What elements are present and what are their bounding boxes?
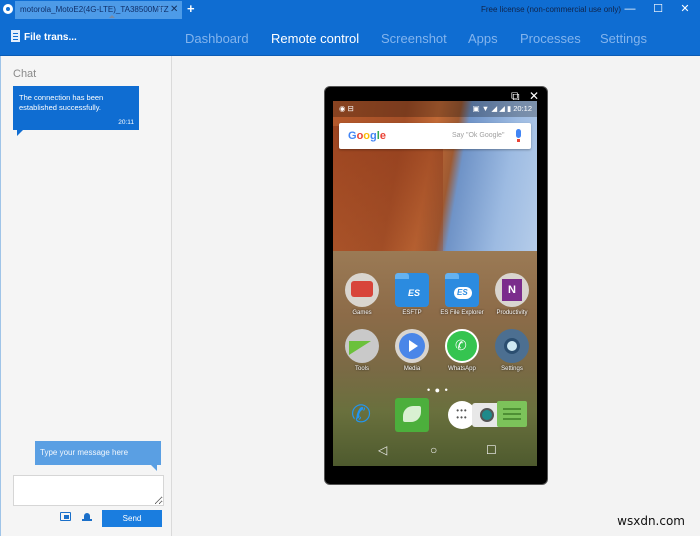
file-transfer-button[interactable]: File trans... [11, 19, 77, 56]
alarm-bell-icon[interactable] [82, 511, 92, 522]
favorite-star-icon[interactable]: ☆ [156, 1, 165, 19]
app-logo-icon [3, 4, 13, 14]
tab-screenshot[interactable]: Screenshot [381, 19, 447, 56]
app-tools[interactable]: Tools [337, 329, 387, 372]
watermark: wsxdn.com [617, 514, 685, 528]
chat-title: Chat [13, 68, 37, 80]
tools-folder-icon [345, 329, 379, 363]
message-input[interactable] [13, 475, 164, 506]
microphone-icon[interactable] [516, 129, 521, 142]
dolphin-browser-icon [395, 398, 429, 432]
app-label: Productivity [496, 310, 528, 316]
google-voice-hint: Say "Ok Google" [452, 132, 505, 139]
app-label: Games [352, 310, 372, 316]
tab-processes[interactable]: Processes [520, 19, 581, 56]
whatsapp-icon: ✆ [445, 329, 479, 363]
app-label: ESFTP [402, 310, 422, 316]
dock-messaging[interactable] [487, 398, 537, 427]
tab-remote-control[interactable]: Remote control [271, 19, 359, 56]
minimize-button[interactable]: — [615, 0, 645, 19]
chat-panel: Chat The connection has been established… [0, 56, 172, 536]
google-logo-g: G [348, 130, 357, 142]
home-icon[interactable]: ○ [430, 443, 437, 457]
messaging-icon [497, 401, 527, 427]
tab-settings[interactable]: Settings [600, 19, 647, 56]
tab-apps[interactable]: Apps [468, 19, 498, 56]
app-whatsapp[interactable]: ✆ WhatsApp [437, 329, 487, 372]
attach-screenshot-icon[interactable] [60, 512, 71, 521]
status-notification-icons: ◉ ⊟ [339, 104, 354, 113]
chat-message-time: 20:11 [118, 119, 134, 126]
games-folder-icon [345, 273, 379, 307]
settings-icon [495, 329, 529, 363]
close-tab-icon[interactable]: ✕ [170, 1, 178, 19]
app-label: Tools [354, 366, 369, 372]
google-logo-e: e [379, 130, 386, 142]
close-window-button[interactable]: ✕ [670, 0, 700, 19]
app-media[interactable]: Media [387, 329, 437, 372]
phone-dialer-icon: ✆ [351, 401, 372, 428]
input-hint-bubble: Type your message here [35, 441, 161, 471]
chat-message: The connection has been established succ… [13, 86, 139, 136]
status-system-icons: ▣ ▼ ◢ ◢ ▮ 20:12 [472, 104, 532, 113]
document-icon [11, 30, 20, 42]
esftp-icon: ES [395, 273, 429, 307]
app-es-file-explorer[interactable]: ES ES File Explorer [437, 273, 487, 316]
app-label: Media [403, 366, 421, 372]
tab-dashboard[interactable]: Dashboard [185, 19, 249, 56]
phone-screen[interactable]: ◉ ⊟ ▣ ▼ ◢ ◢ ▮ 20:12 Google Say "Ok Googl… [333, 101, 537, 466]
google-search-bar[interactable]: Google Say "Ok Google" [339, 123, 531, 149]
app-settings[interactable]: Settings [487, 329, 537, 372]
media-folder-icon [395, 329, 429, 363]
tab-indicator [109, 15, 115, 18]
google-logo-g2: g [370, 130, 377, 142]
app-label: ES File Explorer [440, 310, 484, 316]
dock-browser[interactable] [387, 398, 437, 432]
app-esftp[interactable]: ES ESFTP [387, 273, 437, 316]
device-tab[interactable]: motorola_MotoE2(4G-LTE)_TA38500MTZ ☆ ✕ [15, 1, 182, 19]
page-indicator: • ● • [427, 385, 449, 395]
es-file-explorer-icon: ES [445, 273, 479, 307]
license-label: Free license (non-commercial use only) [481, 5, 622, 14]
maximize-button[interactable]: ☐ [643, 0, 673, 19]
main-navbar: File trans... Dashboard Remote control S… [0, 19, 700, 56]
app-games[interactable]: Games [337, 273, 387, 316]
app-productivity[interactable]: N Productivity [487, 273, 537, 316]
device-tab-label: motorola_MotoE2(4G-LTE)_TA38500MTZ [20, 5, 169, 14]
file-transfer-label: File trans... [24, 32, 77, 43]
app-label: WhatsApp [448, 366, 476, 372]
android-nav-bar: ◁ ○ ☐ [333, 441, 537, 466]
phone-frame: ⧉ ✕ ◉ ⊟ ▣ ▼ ◢ ◢ ▮ 20:12 Google Say "Ok G… [324, 86, 548, 485]
new-tab-button[interactable]: + [187, 1, 195, 17]
dock-phone[interactable]: ✆ [337, 398, 387, 432]
google-logo: Google [348, 123, 386, 149]
title-bar: motorola_MotoE2(4G-LTE)_TA38500MTZ ☆ ✕ +… [0, 0, 700, 19]
back-icon[interactable]: ◁ [378, 443, 387, 457]
app-label: Settings [501, 366, 523, 372]
android-status-bar: ◉ ⊟ ▣ ▼ ◢ ◢ ▮ 20:12 [333, 101, 537, 117]
recents-icon[interactable]: ☐ [486, 443, 497, 457]
chat-message-text: The connection has been established succ… [19, 93, 104, 112]
send-button[interactable]: Send [102, 510, 162, 527]
productivity-folder-icon: N [495, 273, 529, 307]
